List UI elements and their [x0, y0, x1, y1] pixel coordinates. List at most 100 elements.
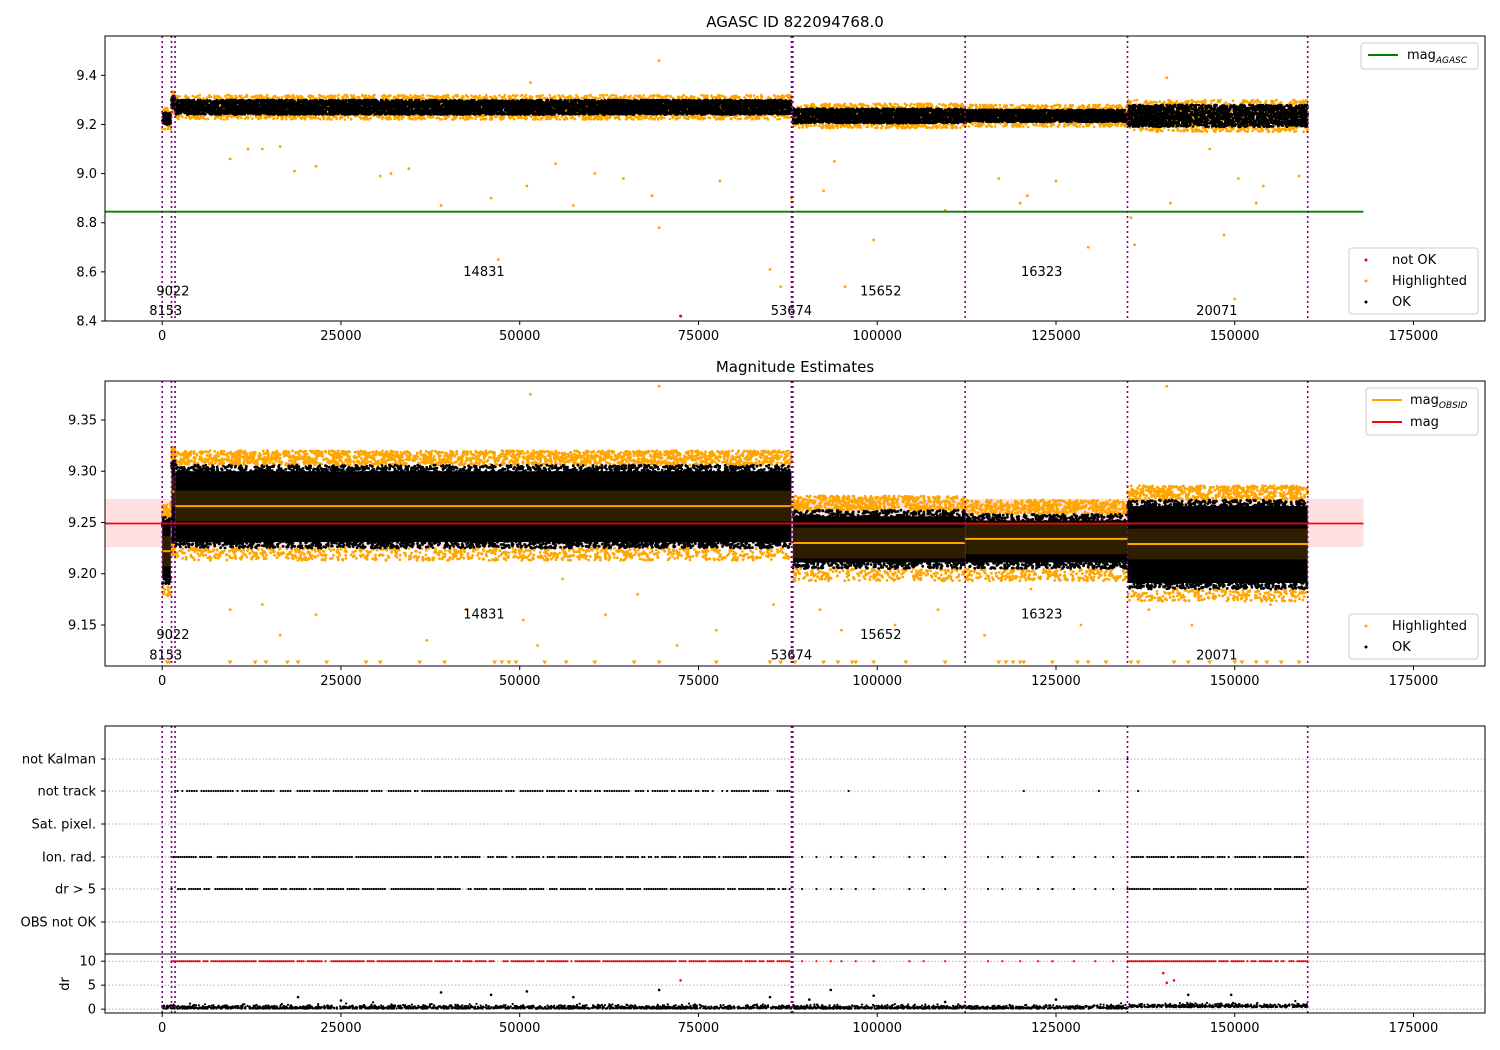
highlighted-point: [941, 103, 944, 107]
highlighted-point: [251, 117, 254, 120]
highlighted-point: [678, 95, 681, 99]
highlighted-point: [734, 94, 737, 97]
highlighted-point: [493, 96, 496, 99]
highlighted-point: [259, 115, 262, 119]
highlighted-point: [514, 94, 517, 98]
highlighted-point: [954, 102, 957, 106]
highlighted-point: [624, 94, 627, 97]
highlighted-point: [420, 117, 423, 121]
highlighted-point: [352, 95, 356, 98]
highlighted-point: [678, 116, 681, 119]
highlighted-point: [364, 94, 368, 97]
highlighted-point: [470, 117, 474, 120]
highlighted-point: [370, 96, 374, 99]
highlighted-point: [444, 96, 448, 99]
highlighted-point: [867, 104, 870, 108]
highlighted-point: [263, 116, 266, 120]
highlighted-point: [176, 114, 180, 118]
highlighted-point: [207, 94, 211, 97]
highlighted-point: [239, 95, 243, 99]
highlighted-point: [843, 125, 846, 128]
highlighted-point: [913, 103, 916, 106]
highlighted-point: [828, 103, 831, 106]
highlighted-point: [343, 118, 347, 121]
highlighted-point: [618, 118, 621, 121]
highlighted-point: [276, 116, 279, 120]
highlighted-point: [569, 116, 573, 120]
highlighted-point: [803, 104, 807, 107]
highlighted-point: [289, 117, 293, 121]
highlighted-point: [632, 118, 635, 121]
highlighted-point: [343, 93, 347, 97]
highlighted-point: [700, 115, 704, 119]
highlighted-point: [718, 118, 722, 121]
highlighted-point: [214, 96, 218, 99]
highlighted-point: [285, 96, 288, 99]
highlighted-point: [195, 115, 198, 119]
highlighted-point: [826, 124, 830, 127]
highlighted-point: [760, 96, 764, 99]
highlighted-point: [205, 96, 209, 100]
highlighted-point: [426, 94, 429, 97]
highlighted-point: [253, 95, 256, 99]
highlighted-point: [162, 108, 166, 111]
highlighted-point: [773, 115, 776, 119]
highlighted-point: [303, 117, 307, 120]
highlighted-point: [419, 95, 423, 99]
highlighted-point: [189, 116, 193, 119]
highlighted-point: [254, 115, 258, 119]
highlighted-point: [633, 115, 637, 119]
highlighted-point: [821, 104, 825, 108]
highlighted-point: [865, 125, 869, 129]
highlighted-point: [479, 118, 483, 121]
highlighted-point: [452, 95, 455, 98]
highlighted-point: [337, 93, 340, 97]
highlighted-point: [523, 116, 526, 120]
highlighted-point: [944, 125, 947, 129]
highlighted-point: [799, 105, 803, 108]
highlighted-point: [576, 95, 579, 99]
highlighted-point: [268, 115, 271, 119]
highlighted-point: [340, 115, 343, 119]
highlighted-point: [797, 126, 801, 129]
highlighted-point: [409, 94, 413, 97]
highlighted-point: [1082, 125, 1085, 128]
highlighted-point: [613, 116, 617, 120]
highlighted-point: [719, 115, 722, 119]
highlighted-point: [1002, 125, 1005, 128]
highlighted-point: [256, 117, 260, 120]
highlighted-point: [675, 116, 678, 120]
highlighted-point: [812, 103, 816, 107]
highlighted-point: [880, 124, 884, 127]
highlighted-point: [554, 117, 558, 120]
highlighted-point: [585, 115, 589, 118]
highlighted-point: [484, 95, 488, 98]
highlighted-point: [561, 94, 565, 97]
highlighted-point: [921, 103, 924, 106]
highlighted-point: [473, 95, 476, 98]
highlighted-point: [923, 124, 927, 128]
highlighted-point: [952, 104, 955, 107]
highlighted-point: [774, 95, 777, 98]
highlighted-point: [938, 102, 941, 106]
highlighted-point: [671, 114, 675, 118]
highlighted-point: [309, 115, 313, 119]
highlighted-point: [369, 116, 373, 120]
highlighted-point: [596, 97, 600, 100]
highlighted-point: [841, 124, 844, 127]
highlighted-point: [263, 96, 266, 99]
highlighted-point: [606, 116, 609, 120]
highlighted-point: [642, 94, 646, 97]
highlighted-point: [910, 124, 914, 128]
highlighted-point: [161, 127, 164, 131]
highlighted-point: [993, 125, 997, 128]
highlighted-point: [835, 103, 838, 106]
highlighted-point: [227, 93, 231, 97]
highlighted-point: [332, 96, 336, 99]
panel1-title: AGASC ID 822094768.0: [706, 13, 884, 31]
highlighted-point: [669, 95, 672, 99]
highlighted-point: [166, 107, 169, 111]
highlighted-point: [871, 124, 874, 127]
highlighted-point: [245, 94, 249, 98]
highlighted-point: [528, 95, 532, 98]
